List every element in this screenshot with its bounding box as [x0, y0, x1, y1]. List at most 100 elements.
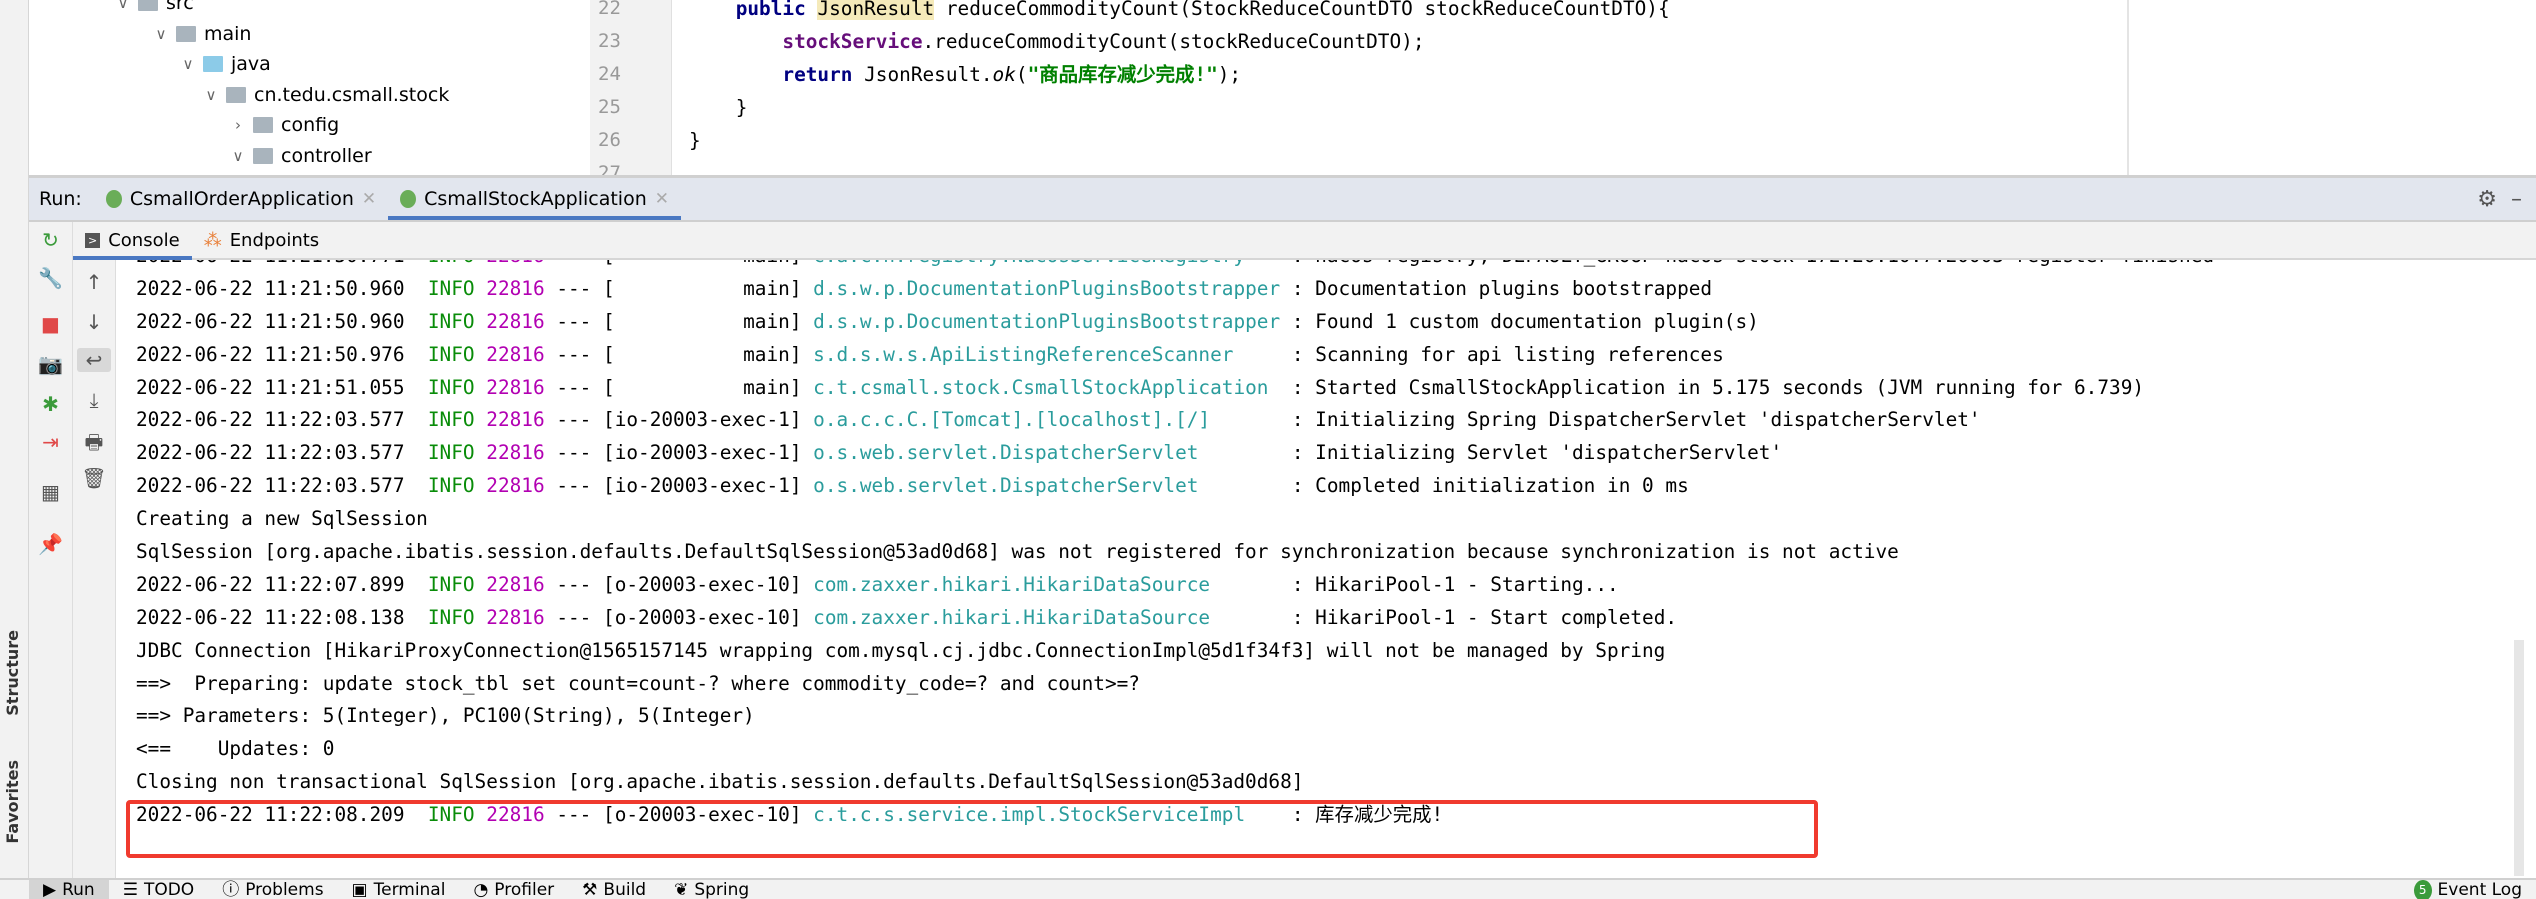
bottom-tab-profiler[interactable]: ◔ Profiler — [459, 880, 568, 899]
profiler-icon: ◔ — [473, 880, 489, 899]
tab-console[interactable]: > Console — [73, 222, 192, 260]
log-thread: o-20003-exec-10 — [614, 605, 790, 629]
scroll-to-end-icon[interactable]: ⤓ — [73, 388, 115, 412]
log-level: INFO — [427, 276, 475, 300]
console-scrollbar[interactable] — [2514, 640, 2524, 876]
log-logger: o.a.c.c.C.[Tomcat].[localhost].[/] — [813, 408, 1211, 432]
line-number: 23 — [598, 30, 621, 52]
log-timestamp: 2022-06-22 11:21:51.055 — [136, 375, 405, 399]
code-line-26: } — [689, 129, 701, 152]
close-icon[interactable]: ✕ — [655, 189, 669, 209]
rerun-icon[interactable]: ↻ — [29, 228, 72, 252]
terminal-icon: ▣ — [351, 880, 368, 899]
pin-icon[interactable]: 📌 — [29, 532, 72, 556]
chevron-down-icon[interactable]: ∨ — [154, 25, 168, 43]
log-text: <== Updates: 0 — [136, 737, 335, 761]
run-toolbar: ↻ 🔧 ■ 📷 ✱ ⇥ ▦ 📌 — [29, 222, 73, 878]
bottom-tab-spring[interactable]: ❦ Spring — [660, 880, 763, 899]
log-text: Closing non transactional SqlSession [or… — [136, 770, 1304, 794]
soft-wrap-icon[interactable]: ↩ — [77, 348, 111, 372]
tab-endpoints[interactable]: ⁂ Endpoints — [192, 222, 332, 258]
stop-icon[interactable]: ■ — [29, 312, 72, 336]
log-pid: 22816 — [486, 441, 545, 465]
tree-item[interactable]: ∨ main — [154, 19, 252, 49]
arrow-down-icon[interactable]: ↓ — [73, 310, 115, 334]
chevron-down-icon[interactable]: ∨ — [181, 55, 195, 73]
log-level: INFO — [427, 441, 475, 465]
tree-item[interactable]: ∨ cn.tedu.csmall.stock — [204, 80, 450, 110]
log-level: INFO — [427, 309, 475, 333]
chevron-right-icon[interactable]: › — [231, 116, 245, 134]
print-icon[interactable]: 🖶 — [73, 428, 115, 462]
log-line: 2022-06-22 11:22:03.577 INFO 22816 --- [… — [136, 441, 1783, 465]
chevron-down-icon[interactable]: ∨ — [204, 86, 218, 104]
code-line-23: stockService.reduceCommodityCount(stockR… — [782, 30, 1425, 53]
structure-tab[interactable]: Structure — [3, 630, 22, 716]
log-level: INFO — [427, 474, 475, 498]
favorites-tab[interactable]: Favorites — [3, 760, 22, 844]
log-line: 2022-06-22 11:22:03.577 INFO 22816 --- [… — [136, 474, 1689, 498]
log-level: INFO — [427, 605, 475, 629]
log-level: INFO — [427, 572, 475, 596]
spring-icon: ❦ — [674, 880, 689, 899]
tree-item[interactable]: ∨ src — [116, 0, 194, 18]
editor-gutter: 22 23 24 25 26 27 — [590, 0, 672, 184]
folder-icon — [138, 0, 158, 11]
bottom-tab-run[interactable]: ▶ Run — [29, 880, 109, 899]
run-tab-order[interactable]: CsmallOrderApplication ✕ — [94, 178, 388, 220]
log-pid: 22816 — [486, 375, 545, 399]
project-tree: ∨ src ∨ main ∨ java ∨ cn.tedu.csmall.stock › conf… — [29, 0, 590, 175]
camera-icon[interactable]: 📷 — [29, 352, 72, 376]
log-line: 2022-06-22 11:21:50.976 INFO 22816 --- [… — [136, 342, 1724, 366]
code-editor[interactable]: public JsonResult reduceCommodityCount(S… — [672, 0, 2127, 175]
log-pid: 22816 — [486, 342, 545, 366]
debug-icon[interactable]: ✱ — [29, 392, 72, 416]
event-count-badge: 5 — [2413, 880, 2432, 899]
gear-icon[interactable]: ⚙ — [2467, 187, 2507, 212]
run-tab-stock[interactable]: CsmallStockApplication ✕ — [388, 178, 681, 220]
log-pid: 22816 — [486, 408, 545, 432]
log-text: JDBC Connection [HikariProxyConnection@1… — [136, 638, 1666, 662]
bottom-tab-build[interactable]: ⚒ Build — [568, 880, 660, 899]
log-logger: c.t.csmall.stock.CsmallStockApplication — [813, 375, 1269, 399]
log-line: 2022-06-22 11:22:08.138 INFO 22816 --- [… — [136, 605, 1678, 629]
bottom-tab-todo[interactable]: ☰ TODO — [109, 880, 209, 899]
log-message: Initializing Spring DispatcherServlet 'd… — [1315, 408, 1981, 432]
bottom-tab-problems[interactable]: ⓘ Problems — [208, 880, 337, 899]
log-logger: com.zaxxer.hikari.HikariDataSource — [813, 572, 1211, 596]
line-number: 24 — [598, 63, 621, 85]
trash-icon[interactable]: 🗑 — [73, 466, 115, 490]
login-icon[interactable]: ⇥ — [29, 430, 72, 454]
log-message: Found 1 custom documentation plugin(s) — [1315, 309, 1759, 333]
console-output[interactable]: 2022-06-22 11:21:50.771 INFO 22816 --- [… — [117, 260, 2514, 876]
problems-icon: ⓘ — [222, 880, 240, 899]
bottom-tool-bar: ▶ Run ☰ TODO ⓘ Problems ▣ Terminal ◔ Profiler ⚒ Bui… — [0, 878, 2536, 899]
code-line-25: } — [735, 96, 748, 119]
chevron-down-icon[interactable]: ∨ — [116, 0, 130, 12]
log-message: Started CsmallStockApplication in 5.175 … — [1315, 375, 2145, 399]
wrench-icon[interactable]: 🔧 — [29, 266, 72, 290]
log-thread: main — [743, 342, 790, 366]
log-timestamp: 2022-06-22 11:22:07.899 — [136, 572, 405, 596]
event-log-button[interactable]: 5 Event Log — [2400, 880, 2536, 899]
tree-item[interactable]: ∨ controller — [231, 141, 372, 171]
log-logger: o.s.web.servlet.DispatcherServlet — [813, 441, 1199, 465]
chevron-down-icon[interactable]: ∨ — [231, 147, 245, 165]
arrow-up-icon[interactable]: ↑ — [73, 270, 115, 294]
log-line: 2022-06-22 11:22:07.899 INFO 22816 --- [… — [136, 572, 1619, 596]
log-line: ==> Preparing: update stock_tbl set coun… — [136, 668, 2214, 701]
build-icon: ⚒ — [582, 880, 598, 899]
log-level: INFO — [427, 342, 475, 366]
close-icon[interactable]: ✕ — [362, 189, 376, 209]
log-message: nacos registry, DEFAULT_GROUP nacos-stoc… — [1315, 260, 2214, 267]
bottom-tab-terminal[interactable]: ▣ Terminal — [338, 880, 460, 899]
log-level: INFO — [428, 260, 475, 267]
log-message: Initializing Servlet 'dispatcherServlet' — [1315, 441, 1783, 465]
log-message: Completed initialization in 0 ms — [1315, 474, 1689, 498]
log-message: HikariPool-1 - Starting... — [1315, 572, 1619, 596]
layout-icon[interactable]: ▦ — [29, 480, 72, 504]
tree-item[interactable]: ∨ java — [181, 49, 271, 79]
minimize-icon[interactable]: – — [2507, 187, 2536, 212]
tree-item[interactable]: › config — [231, 110, 339, 140]
log-timestamp: 2022-06-22 11:22:03.577 — [136, 474, 405, 498]
